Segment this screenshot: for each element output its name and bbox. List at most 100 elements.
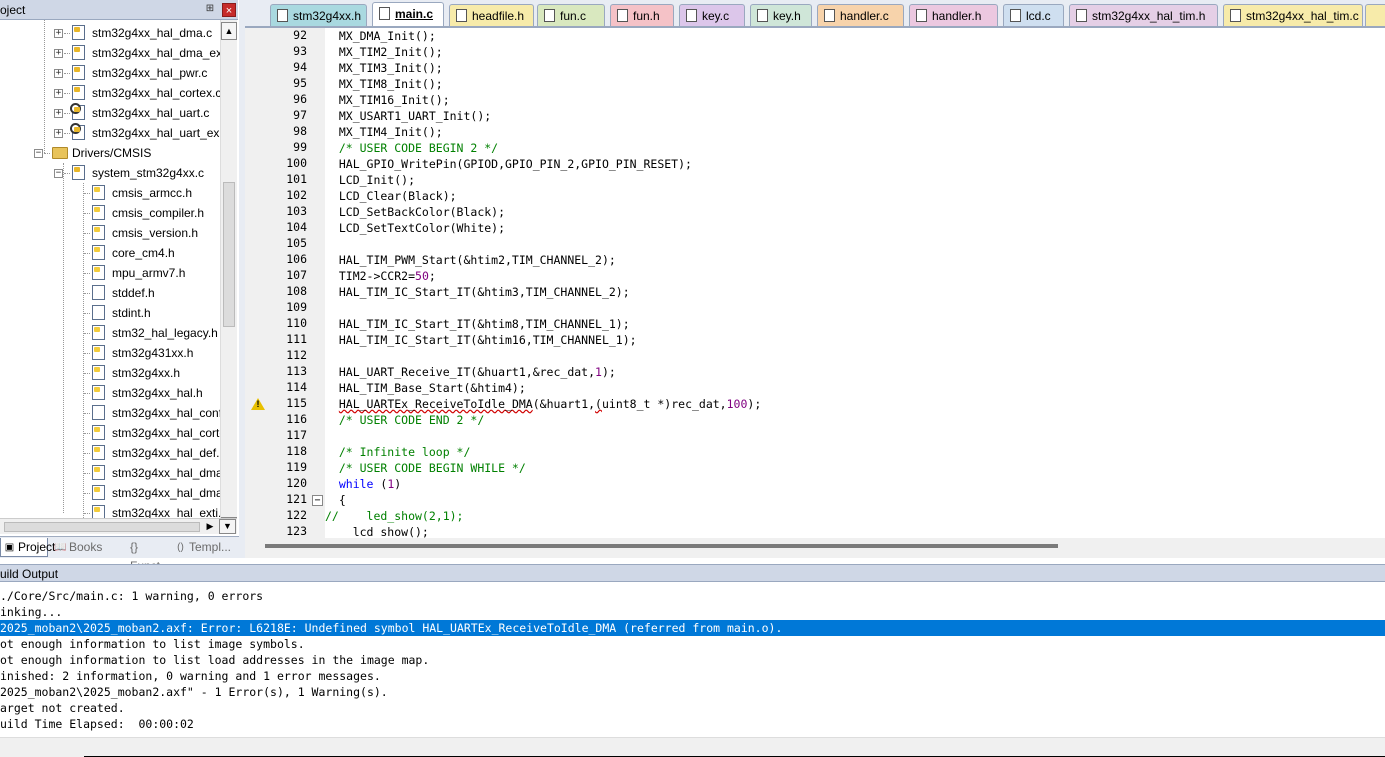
tree-item[interactable]: + stm32g4xx_hal_dma.c [0,23,220,43]
tree-item[interactable]: cmsis_armcc.h [0,183,220,203]
editor-horizontal-scrollbar[interactable] [245,538,1385,558]
expand-plus-icon[interactable]: + [54,29,63,38]
build-output-line[interactable]: inking... [0,604,1385,620]
tree-item[interactable]: stm32g4xx_hal_dma [0,463,220,483]
code-line[interactable]: /* Infinite loop */ [325,444,471,460]
build-output-line[interactable]: 2025_moban2\2025_moban2.axf" - 1 Error(s… [0,684,1385,700]
build-output-line[interactable]: arget not created. [0,700,1385,716]
expand-plus-icon[interactable]: + [54,69,63,78]
build-output-horizontal-scrollbar[interactable] [0,737,1385,757]
editor-tab-handler-c[interactable]: handler.c [817,4,904,26]
tree-item[interactable]: + stm32g4xx_hal_cortex.c [0,83,220,103]
code-line[interactable]: LCD_Init(); [325,172,415,188]
tree-item[interactable]: stddef.h [0,283,220,303]
code-line[interactable]: HAL_TIM_IC_Start_IT(&htim8,TIM_CHANNEL_1… [325,316,630,332]
expand-plus-icon[interactable]: + [54,129,63,138]
code-line[interactable]: MX_USART1_UART_Init(); [325,108,491,124]
code-line[interactable]: MX_TIM3_Init(); [325,60,443,76]
expand-plus-icon[interactable]: + [54,49,63,58]
scroll-up-arrow-icon[interactable]: ▲ [221,22,237,40]
tree-item[interactable]: + stm32g4xx_hal_uart_ex.c [0,123,220,143]
tree-item[interactable]: stm32_hal_legacy.h [0,323,220,343]
tree-item[interactable]: stm32g4xx_hal_def.h [0,443,220,463]
editor-tab-headfile-h[interactable]: headfile.h [449,4,534,26]
code-line[interactable]: MX_TIM2_Init(); [325,44,443,60]
panel-tab-project[interactable]: ▣ Project [0,538,55,557]
tree-item[interactable]: mpu_armv7.h [0,263,220,283]
build-output-line[interactable]: inished: 2 information, 0 warning and 1 … [0,668,1385,684]
editor-tab-key-c[interactable]: key.c [679,4,745,26]
code-line[interactable]: { [325,492,346,508]
tree-item[interactable]: + stm32g4xx_hal_dma_ex. [0,43,220,63]
code-line[interactable]: /* USER CODE END 2 */ [325,412,484,428]
scroll-thumb[interactable] [223,182,235,327]
scroll-right-arrow-icon[interactable]: ▶ [203,519,217,534]
close-icon[interactable]: × [222,3,236,17]
editor-tab-stm32g4xx-hal-tim-c[interactable]: stm32g4xx_hal_tim.c [1223,4,1363,26]
editor-tab-stm32g4xx-h[interactable]: stm32g4xx.h [270,4,367,26]
editor-tab-fun-c[interactable]: fun.c [537,4,605,26]
code-line[interactable]: LCD_SetBackColor(Black); [325,204,505,220]
code-line[interactable]: HAL_TIM_IC_Start_IT(&htim3,TIM_CHANNEL_2… [325,284,630,300]
code-line[interactable]: HAL_UART_Receive_IT(&huart1,&rec_dat,1); [325,364,616,380]
expand-plus-icon[interactable]: + [54,89,63,98]
build-output-pane[interactable]: ./Core/Src/main.c: 1 warning, 0 errors in… [0,586,1385,736]
tree-item[interactable]: stm32g4xx_hal_conf [0,403,220,423]
code-line[interactable]: TIM2->CCR2=50; [325,268,436,284]
panel-tab-templates[interactable]: () Templ... [172,538,236,557]
editor-tab-handler-h[interactable]: handler.h [909,4,998,26]
code-line[interactable]: LCD_SetTextColor(White); [325,220,505,236]
tree-item[interactable]: − system_stm32g4xx.c [0,163,220,183]
code-line[interactable]: HAL_UARTEx_ReceiveToIdle_DMA(&huart1,(ui… [325,396,761,412]
panel-tab-functions[interactable]: {} Funct... [113,538,170,573]
tree-item[interactable]: cmsis_version.h [0,223,220,243]
code-line[interactable]: MX_TIM16_Init(); [325,92,450,108]
scroll-thumb[interactable] [265,544,1058,548]
editor-tab-fun-h[interactable]: fun.h [610,4,674,26]
panel-tab-books[interactable]: 📖 Books [52,538,108,557]
fold-collapse-icon[interactable]: − [312,495,323,506]
code-line[interactable]: MX_DMA_Init(); [325,28,436,44]
tree-item[interactable]: core_cm4.h [0,243,220,263]
code-line[interactable]: /* USER CODE BEGIN 2 */ [325,140,498,156]
editor-tab-stm32g4xx-hal-tim-h[interactable]: stm32g4xx_hal_tim.h [1069,4,1218,26]
editor-tab-key-h[interactable]: key.h [750,4,812,26]
tree-item[interactable]: + stm32g4xx_hal_uart.c [0,103,220,123]
tree-item[interactable]: stm32g4xx_hal.h [0,383,220,403]
code-line[interactable]: // led_show(2,1); [325,508,463,524]
code-line[interactable]: MX_TIM8_Init(); [325,76,443,92]
code-line[interactable]: HAL_TIM_IC_Start_IT(&htim16,TIM_CHANNEL_… [325,332,637,348]
code-line[interactable]: MX_TIM4_Init(); [325,124,443,140]
editor-tab-overflow[interactable] [1365,4,1385,26]
code-line[interactable]: HAL_TIM_Base_Start(&htim4); [325,380,526,396]
tree-item[interactable]: stm32g431xx.h [0,343,220,363]
tree-item[interactable]: stm32g4xx_hal_dma [0,483,220,503]
build-output-line[interactable]: ot enough information to list image symb… [0,636,1385,652]
expand-plus-icon[interactable]: + [54,109,63,118]
tree-item[interactable]: stm32g4xx_hal_exti. [0,503,220,518]
code-line[interactable]: while (1) [325,476,401,492]
project-tree-horizontal-scrollbar[interactable]: ▶ ▼ [0,518,237,534]
build-output-line[interactable]: ot enough information to list load addre… [0,652,1385,668]
code-line[interactable]: HAL_GPIO_WritePin(GPIOD,GPIO_PIN_2,GPIO_… [325,156,692,172]
collapse-minus-icon[interactable]: − [54,169,63,178]
code-line[interactable]: HAL_TIM_PWM_Start(&htim2,TIM_CHANNEL_2); [325,252,616,268]
editor-tab-main-c[interactable]: main.c [372,2,444,26]
code-line[interactable]: LCD_Clear(Black); [325,188,457,204]
code-line[interactable]: lcd_show(); [325,524,429,538]
build-output-line[interactable]: ./Core/Src/main.c: 1 warning, 0 errors [0,588,1385,604]
code-editor[interactable]: MX_DMA_Init(); MX_TIM2_Init(); MX_TIM3_I… [325,28,1385,538]
build-output-line[interactable]: uild Time Elapsed: 00:00:02 [0,716,1385,732]
code-line[interactable]: /* USER CODE BEGIN WHILE */ [325,460,526,476]
pin-icon[interactable]: ⊞ [203,2,217,16]
tree-item[interactable]: stm32g4xx.h [0,363,220,383]
tree-item[interactable]: − Drivers/CMSIS [0,143,220,163]
tree-item[interactable]: stdint.h [0,303,220,323]
tree-item[interactable]: stm32g4xx_hal_corte [0,423,220,443]
project-tree-vertical-scrollbar[interactable]: ▲ ▼ [220,20,237,533]
tree-item[interactable]: cmsis_compiler.h [0,203,220,223]
tree-item[interactable]: + stm32g4xx_hal_pwr.c [0,63,220,83]
editor-tab-lcd-c[interactable]: lcd.c [1003,4,1064,26]
build-output-line[interactable]: 2025_moban2\2025_moban2.axf: Error: L621… [0,620,1385,636]
collapse-minus-icon[interactable]: − [34,149,43,158]
